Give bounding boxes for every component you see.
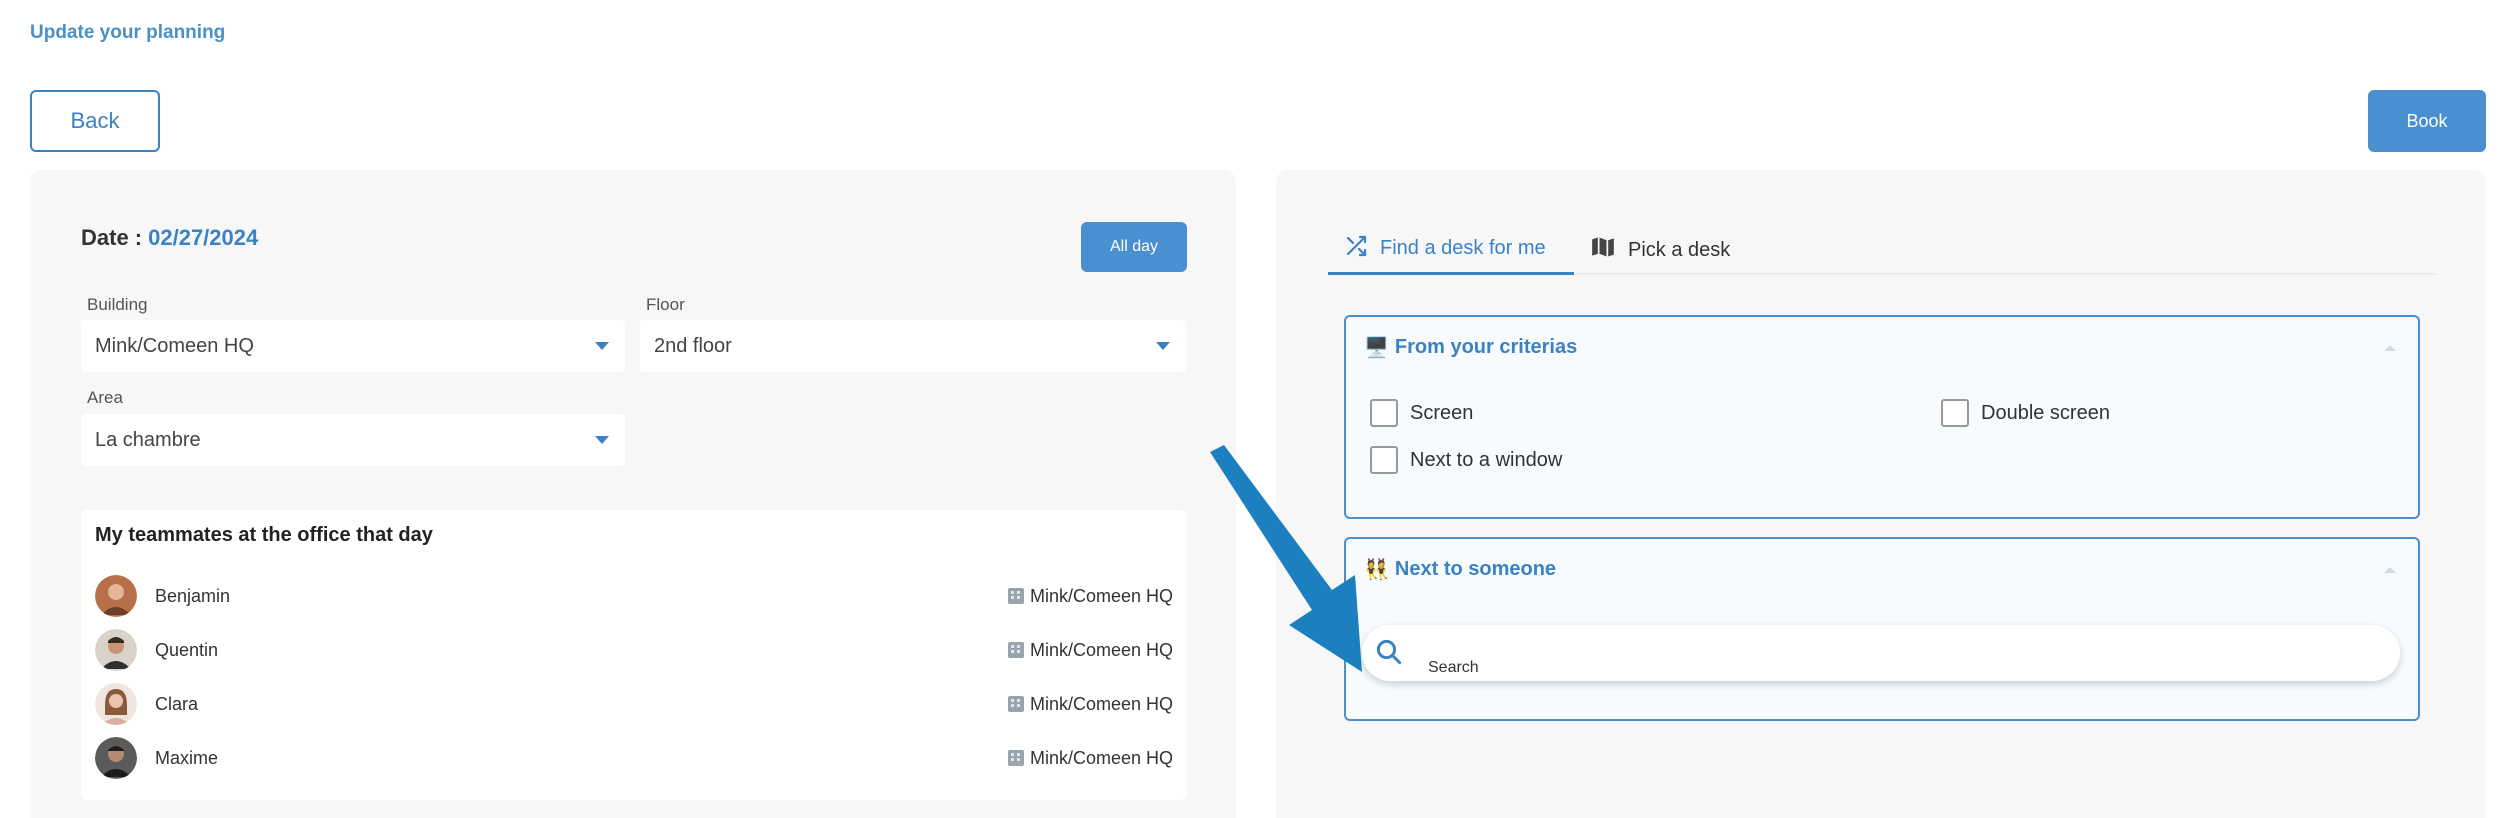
teammate-location-label: Mink/Comeen HQ	[1029, 585, 1173, 606]
teammate-location: Mink/Comeen HQ	[1007, 693, 1173, 715]
teammate-name: Clara	[155, 693, 199, 714]
search-icon	[1374, 637, 1404, 672]
window-option[interactable]: Next to a window	[1370, 446, 1562, 474]
desk-mode-tabs: Find a desk for me Pick a desk	[1328, 225, 2436, 275]
monitor-icon: 🖥️	[1364, 337, 1389, 359]
area-label: Area	[87, 388, 123, 407]
building-icon	[1007, 588, 1024, 604]
teammate-row[interactable]: Benjamin Mink/Comeen HQ	[95, 574, 1173, 618]
building-select[interactable]: Mink/Comeen HQ	[81, 320, 625, 372]
booking-details-panel: Date :02/27/2024 All day Building Mink/C…	[30, 170, 1236, 818]
chevron-up-icon[interactable]	[2384, 567, 2396, 573]
back-button[interactable]: Back	[30, 90, 160, 152]
page-title[interactable]: Update your planning	[30, 22, 225, 44]
date-value[interactable]: 02/27/2024	[148, 225, 258, 250]
screen-checkbox[interactable]	[1370, 399, 1398, 427]
double-screen-label: Double screen	[1981, 401, 2110, 424]
people-icon: 👯	[1364, 559, 1389, 581]
map-icon	[1590, 234, 1616, 266]
teammate-location-label: Mink/Comeen HQ	[1029, 747, 1173, 768]
avatar	[95, 737, 137, 779]
tab-pick-a-desk-label: Pick a desk	[1628, 238, 1731, 261]
building-icon	[1007, 750, 1024, 766]
chevron-down-icon	[1156, 342, 1170, 350]
teammates-card: My teammates at the office that day Benj…	[81, 510, 1187, 800]
search-input[interactable]: Search	[1362, 625, 2400, 681]
floor-label: Floor	[646, 295, 685, 314]
criterias-header[interactable]: 🖥️ From your criterias	[1364, 335, 1577, 360]
criterias-section: 🖥️ From your criterias Screen Double scr…	[1344, 315, 2420, 519]
tab-pick-a-desk[interactable]: Pick a desk	[1590, 225, 1730, 275]
double-screen-option[interactable]: Double screen	[1941, 399, 2110, 427]
chevron-down-icon	[595, 436, 609, 444]
teammates-title: My teammates at the office that day	[95, 524, 433, 546]
screen-label: Screen	[1410, 401, 1474, 424]
floor-value: 2nd floor	[654, 334, 732, 357]
next-to-someone-header[interactable]: 👯 Next to someone	[1364, 557, 1556, 582]
teammate-name: Quentin	[155, 639, 219, 660]
shuffle-icon	[1344, 234, 1368, 264]
teammate-name: Maxime	[155, 747, 219, 768]
teammate-location: Mink/Comeen HQ	[1007, 585, 1173, 607]
avatar	[95, 575, 137, 617]
window-label: Next to a window	[1410, 448, 1563, 471]
teammate-location-label: Mink/Comeen HQ	[1029, 693, 1173, 714]
teammate-location: Mink/Comeen HQ	[1007, 747, 1173, 769]
all-day-button[interactable]: All day	[1081, 222, 1187, 272]
building-icon	[1007, 696, 1024, 712]
criterias-title: From your criterias	[1394, 336, 1578, 358]
search-placeholder: Search	[1428, 659, 1479, 676]
teammate-row[interactable]: Quentin Mink/Comeen HQ	[95, 628, 1173, 672]
book-button[interactable]: Book	[2368, 90, 2486, 152]
area-select[interactable]: La chambre	[81, 414, 625, 466]
double-screen-checkbox[interactable]	[1941, 399, 1969, 427]
tab-find-a-desk-label: Find a desk for me	[1380, 237, 1546, 259]
teammate-row[interactable]: Clara Mink/Comeen HQ	[95, 682, 1173, 726]
window-checkbox[interactable]	[1370, 446, 1398, 474]
desk-finder-panel: Find a desk for me Pick a desk 🖥️ From y…	[1276, 170, 2486, 818]
tab-find-a-desk[interactable]: Find a desk for me	[1328, 225, 1574, 275]
building-label: Building	[87, 295, 148, 314]
avatar	[95, 629, 137, 671]
building-icon	[1007, 642, 1024, 658]
chevron-down-icon	[595, 342, 609, 350]
planning-page: Update your planning Back Book Date :02/…	[0, 0, 2500, 818]
area-value: La chambre	[95, 428, 201, 451]
avatar	[95, 683, 137, 725]
teammate-location-label: Mink/Comeen HQ	[1029, 639, 1173, 660]
teammate-location: Mink/Comeen HQ	[1007, 639, 1173, 661]
next-to-someone-section: 👯 Next to someone Search	[1344, 537, 2420, 721]
building-value: Mink/Comeen HQ	[95, 334, 254, 357]
next-to-someone-title: Next to someone	[1394, 558, 1557, 580]
floor-select[interactable]: 2nd floor	[640, 320, 1186, 372]
screen-option[interactable]: Screen	[1370, 399, 1473, 427]
date-label: Date :	[81, 225, 143, 250]
date-row: Date :02/27/2024	[81, 225, 258, 251]
teammate-name: Benjamin	[155, 585, 231, 606]
teammate-row[interactable]: Maxime Mink/Comeen HQ	[95, 736, 1173, 780]
chevron-up-icon[interactable]	[2384, 345, 2396, 351]
